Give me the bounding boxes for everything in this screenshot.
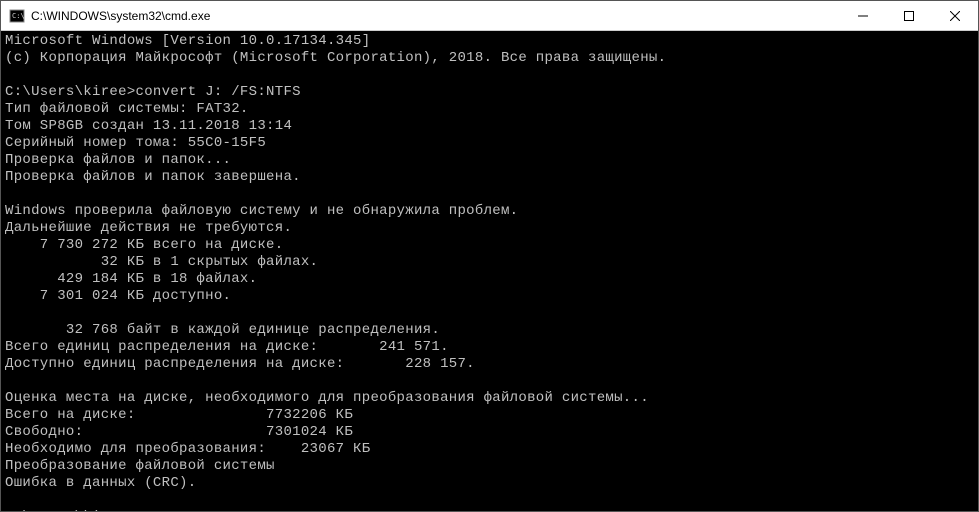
cmd-icon: C:\ bbox=[9, 8, 25, 24]
terminal-line: 429 184 КБ в 18 файлах. bbox=[5, 271, 974, 288]
terminal-line: Свободно: 7301024 КБ bbox=[5, 424, 974, 441]
terminal-line bbox=[5, 67, 974, 84]
terminal-line: 32 768 байт в каждой единице распределен… bbox=[5, 322, 974, 339]
terminal-line: Необходимо для преобразования: 23067 КБ bbox=[5, 441, 974, 458]
window-title: C:\WINDOWS\system32\cmd.exe bbox=[31, 9, 840, 23]
terminal-line: Дальнейшие действия не требуются. bbox=[5, 220, 974, 237]
window-controls bbox=[840, 1, 978, 30]
terminal-output[interactable]: Microsoft Windows [Version 10.0.17134.34… bbox=[1, 31, 978, 511]
cmd-window: C:\ C:\WINDOWS\system32\cmd.exe Microsof… bbox=[0, 0, 979, 512]
terminal-line: Всего на диске: 7732206 КБ bbox=[5, 407, 974, 424]
terminal-line: Том SP8GB создан 13.11.2018 13:14 bbox=[5, 118, 974, 135]
terminal-line bbox=[5, 305, 974, 322]
terminal-line: Всего единиц распределения на диске: 241… bbox=[5, 339, 974, 356]
terminal-line: 32 КБ в 1 скрытых файлах. bbox=[5, 254, 974, 271]
prompt-text: C:\Users\kiree> bbox=[5, 509, 136, 511]
terminal-line: (c) Корпорация Майкрософт (Microsoft Cor… bbox=[5, 50, 974, 67]
terminal-line: 7 301 024 КБ доступно. bbox=[5, 288, 974, 305]
terminal-line: Ошибка в данных (CRC). bbox=[5, 475, 974, 492]
terminal-line: Серийный номер тома: 55C0-15F5 bbox=[5, 135, 974, 152]
terminal-line: Microsoft Windows [Version 10.0.17134.34… bbox=[5, 33, 974, 50]
close-button[interactable] bbox=[932, 1, 978, 30]
terminal-line bbox=[5, 186, 974, 203]
terminal-line: Доступно единиц распределения на диске: … bbox=[5, 356, 974, 373]
terminal-line: Проверка файлов и папок... bbox=[5, 152, 974, 169]
terminal-line: Windows проверила файловую систему и не … bbox=[5, 203, 974, 220]
terminal-line: Проверка файлов и папок завершена. bbox=[5, 169, 974, 186]
terminal-prompt[interactable]: C:\Users\kiree> bbox=[5, 509, 974, 511]
terminal-line: Преобразование файловой системы bbox=[5, 458, 974, 475]
maximize-button[interactable] bbox=[886, 1, 932, 30]
terminal-line: C:\Users\kiree>convert J: /FS:NTFS bbox=[5, 84, 974, 101]
svg-text:C:\: C:\ bbox=[12, 12, 25, 20]
terminal-line bbox=[5, 492, 974, 509]
titlebar[interactable]: C:\ C:\WINDOWS\system32\cmd.exe bbox=[1, 1, 978, 31]
minimize-button[interactable] bbox=[840, 1, 886, 30]
terminal-line: Тип файловой системы: FAT32. bbox=[5, 101, 974, 118]
terminal-line bbox=[5, 373, 974, 390]
terminal-line: 7 730 272 КБ всего на диске. bbox=[5, 237, 974, 254]
terminal-line: Оценка места на диске, необходимого для … bbox=[5, 390, 974, 407]
